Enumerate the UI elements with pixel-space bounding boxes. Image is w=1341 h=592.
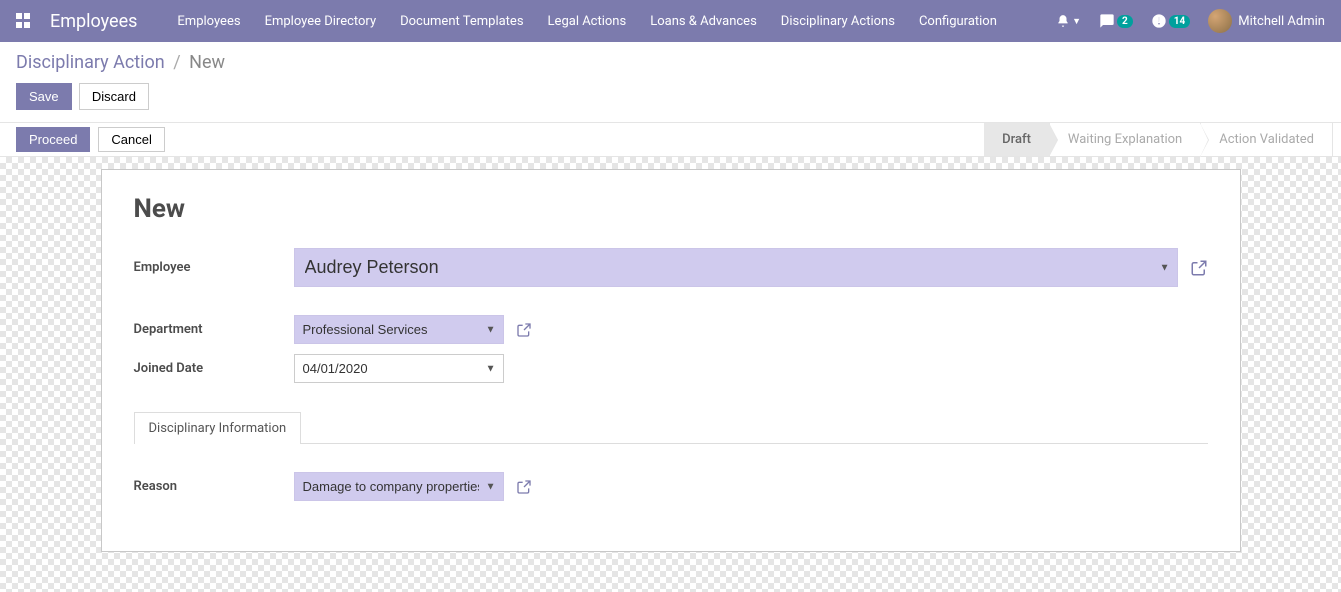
label-joined-date: Joined Date <box>134 361 294 376</box>
menu-item-loans[interactable]: Loans & Advances <box>650 14 757 29</box>
tab-disciplinary-info[interactable]: Disciplinary Information <box>134 412 302 444</box>
menu-item-doctemplates[interactable]: Document Templates <box>400 14 523 29</box>
employee-select[interactable]: ▼ <box>294 248 1178 287</box>
main-menu: Employees Employee Directory Document Te… <box>177 14 1056 29</box>
user-name: Mitchell Admin <box>1238 14 1325 29</box>
menu-item-employees[interactable]: Employees <box>177 14 240 29</box>
menu-item-disciplinary[interactable]: Disciplinary Actions <box>781 14 895 29</box>
external-link-icon[interactable] <box>516 479 532 495</box>
stage-validated[interactable]: Action Validated <box>1201 123 1333 156</box>
external-link-icon[interactable] <box>516 322 532 338</box>
employee-input[interactable] <box>294 248 1178 287</box>
page-title: New <box>134 194 1208 224</box>
form-tabs: Disciplinary Information <box>134 411 1208 444</box>
row-joined-date: Joined Date ▼ <box>134 354 1208 383</box>
reason-input[interactable] <box>294 472 504 501</box>
avatar <box>1208 9 1232 33</box>
field-reason: ▼ <box>294 472 1208 501</box>
activities-icon[interactable]: 14 <box>1151 13 1190 29</box>
reason-select[interactable]: ▼ <box>294 472 504 501</box>
label-employee: Employee <box>134 260 294 275</box>
label-department: Department <box>134 322 294 337</box>
external-link-icon[interactable] <box>1190 259 1208 277</box>
breadcrumb: Disciplinary Action / New <box>16 52 1325 73</box>
menu-item-directory[interactable]: Employee Directory <box>265 14 377 29</box>
save-button[interactable]: Save <box>16 83 72 110</box>
menu-item-config[interactable]: Configuration <box>919 14 997 29</box>
statusbar: Proceed Cancel Draft Waiting Explanation… <box>0 123 1341 157</box>
tab-content: Reason ▼ <box>134 444 1208 501</box>
user-menu[interactable]: Mitchell Admin <box>1208 9 1325 33</box>
cancel-button[interactable]: Cancel <box>98 127 164 152</box>
department-input[interactable] <box>294 315 504 344</box>
breadcrumb-sep: / <box>173 52 180 73</box>
statusbar-buttons: Proceed Cancel <box>8 127 169 152</box>
joined-date-picker[interactable]: ▼ <box>294 354 504 383</box>
form-sheet: New Employee ▼ Department ▼ <box>101 169 1241 552</box>
stage-waiting[interactable]: Waiting Explanation <box>1050 123 1201 156</box>
messages-badge: 2 <box>1117 15 1133 28</box>
proceed-button[interactable]: Proceed <box>16 127 90 152</box>
toolbar-area: Disciplinary Action / New Save Discard <box>0 42 1341 123</box>
row-department: Department ▼ <box>134 315 1208 344</box>
breadcrumb-parent[interactable]: Disciplinary Action <box>16 52 165 73</box>
breadcrumb-current: New <box>189 52 225 73</box>
joined-date-input[interactable] <box>294 354 504 383</box>
row-employee: Employee ▼ <box>134 248 1208 287</box>
stage-draft[interactable]: Draft <box>984 123 1050 156</box>
discard-button[interactable]: Discard <box>79 83 149 110</box>
status-stages: Draft Waiting Explanation Action Validat… <box>984 123 1333 156</box>
menu-item-legal[interactable]: Legal Actions <box>548 14 627 29</box>
department-select[interactable]: ▼ <box>294 315 504 344</box>
apps-icon[interactable] <box>16 13 32 29</box>
field-joined-date: ▼ <box>294 354 1208 383</box>
app-brand: Employees <box>50 11 137 32</box>
row-reason: Reason ▼ <box>134 472 1208 501</box>
content-wrap: New Employee ▼ Department ▼ <box>0 157 1341 592</box>
label-reason: Reason <box>134 479 294 494</box>
top-nav: Employees Employees Employee Directory D… <box>0 0 1341 42</box>
nav-right: ▼ 2 14 Mitchell Admin <box>1056 9 1325 33</box>
field-department: ▼ <box>294 315 1208 344</box>
activities-badge: 14 <box>1169 15 1190 28</box>
messages-icon[interactable]: 2 <box>1099 13 1133 29</box>
field-employee: ▼ <box>294 248 1208 287</box>
notifications-icon[interactable]: ▼ <box>1056 14 1081 28</box>
